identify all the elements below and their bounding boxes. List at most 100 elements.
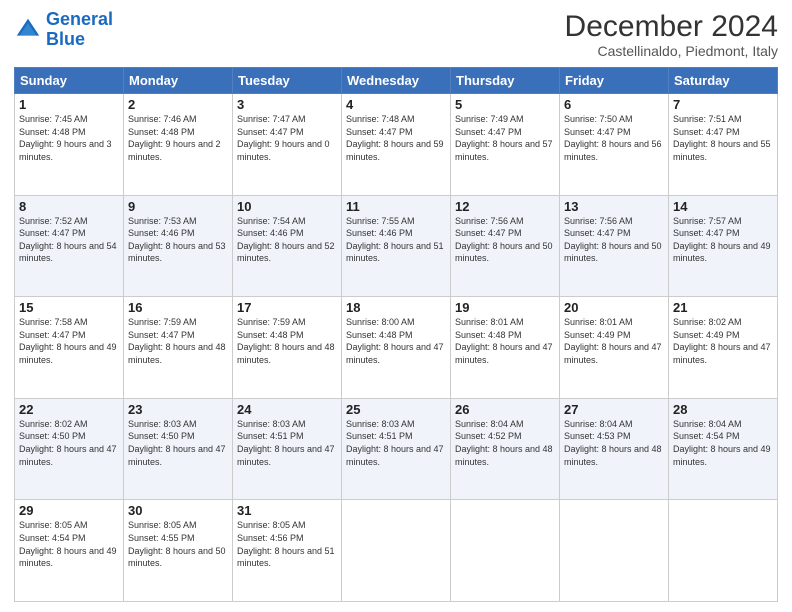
day-info: Sunrise: 8:02 AMSunset: 4:49 PMDaylight:… (673, 317, 771, 365)
day-info: Sunrise: 8:03 AMSunset: 4:51 PMDaylight:… (346, 419, 444, 467)
day-info: Sunrise: 7:54 AMSunset: 4:46 PMDaylight:… (237, 216, 335, 264)
week-row-1: 1 Sunrise: 7:45 AMSunset: 4:48 PMDayligh… (15, 94, 778, 196)
calendar-cell: 18 Sunrise: 8:00 AMSunset: 4:48 PMDaylig… (342, 297, 451, 399)
calendar-cell: 26 Sunrise: 8:04 AMSunset: 4:52 PMDaylig… (451, 398, 560, 500)
calendar-cell: 23 Sunrise: 8:03 AMSunset: 4:50 PMDaylig… (124, 398, 233, 500)
calendar-cell (560, 500, 669, 602)
day-number: 10 (237, 199, 337, 214)
day-info: Sunrise: 7:50 AMSunset: 4:47 PMDaylight:… (564, 114, 662, 162)
day-info: Sunrise: 7:56 AMSunset: 4:47 PMDaylight:… (455, 216, 553, 264)
subtitle: Castellinaldo, Piedmont, Italy (565, 43, 778, 59)
week-row-2: 8 Sunrise: 7:52 AMSunset: 4:47 PMDayligh… (15, 195, 778, 297)
calendar-cell: 25 Sunrise: 8:03 AMSunset: 4:51 PMDaylig… (342, 398, 451, 500)
calendar-cell: 2 Sunrise: 7:46 AMSunset: 4:48 PMDayligh… (124, 94, 233, 196)
logo: General Blue (14, 10, 113, 50)
day-number: 28 (673, 402, 773, 417)
day-number: 15 (19, 300, 119, 315)
day-number: 16 (128, 300, 228, 315)
day-number: 9 (128, 199, 228, 214)
day-info: Sunrise: 7:57 AMSunset: 4:47 PMDaylight:… (673, 216, 771, 264)
day-number: 19 (455, 300, 555, 315)
day-info: Sunrise: 7:49 AMSunset: 4:47 PMDaylight:… (455, 114, 553, 162)
column-header-sunday: Sunday (15, 68, 124, 94)
calendar-cell: 16 Sunrise: 7:59 AMSunset: 4:47 PMDaylig… (124, 297, 233, 399)
column-header-friday: Friday (560, 68, 669, 94)
calendar-cell: 10 Sunrise: 7:54 AMSunset: 4:46 PMDaylig… (233, 195, 342, 297)
day-info: Sunrise: 8:04 AMSunset: 4:54 PMDaylight:… (673, 419, 771, 467)
day-number: 21 (673, 300, 773, 315)
day-info: Sunrise: 7:52 AMSunset: 4:47 PMDaylight:… (19, 216, 117, 264)
day-info: Sunrise: 8:03 AMSunset: 4:50 PMDaylight:… (128, 419, 226, 467)
day-number: 25 (346, 402, 446, 417)
day-info: Sunrise: 7:53 AMSunset: 4:46 PMDaylight:… (128, 216, 226, 264)
calendar-cell: 5 Sunrise: 7:49 AMSunset: 4:47 PMDayligh… (451, 94, 560, 196)
day-info: Sunrise: 8:02 AMSunset: 4:50 PMDaylight:… (19, 419, 117, 467)
page: General Blue December 2024 Castellinaldo… (0, 0, 792, 612)
day-number: 13 (564, 199, 664, 214)
day-number: 30 (128, 503, 228, 518)
day-number: 3 (237, 97, 337, 112)
calendar-cell: 19 Sunrise: 8:01 AMSunset: 4:48 PMDaylig… (451, 297, 560, 399)
header-row: SundayMondayTuesdayWednesdayThursdayFrid… (15, 68, 778, 94)
day-number: 23 (128, 402, 228, 417)
day-info: Sunrise: 7:46 AMSunset: 4:48 PMDaylight:… (128, 114, 221, 162)
calendar-cell: 7 Sunrise: 7:51 AMSunset: 4:47 PMDayligh… (669, 94, 778, 196)
day-info: Sunrise: 7:48 AMSunset: 4:47 PMDaylight:… (346, 114, 444, 162)
calendar-cell: 11 Sunrise: 7:55 AMSunset: 4:46 PMDaylig… (342, 195, 451, 297)
calendar-cell: 6 Sunrise: 7:50 AMSunset: 4:47 PMDayligh… (560, 94, 669, 196)
calendar-cell: 3 Sunrise: 7:47 AMSunset: 4:47 PMDayligh… (233, 94, 342, 196)
day-number: 26 (455, 402, 555, 417)
day-number: 12 (455, 199, 555, 214)
calendar-cell (451, 500, 560, 602)
day-info: Sunrise: 8:05 AMSunset: 4:56 PMDaylight:… (237, 520, 335, 568)
day-number: 8 (19, 199, 119, 214)
day-info: Sunrise: 8:05 AMSunset: 4:54 PMDaylight:… (19, 520, 117, 568)
day-info: Sunrise: 7:47 AMSunset: 4:47 PMDaylight:… (237, 114, 330, 162)
day-number: 2 (128, 97, 228, 112)
calendar-cell: 4 Sunrise: 7:48 AMSunset: 4:47 PMDayligh… (342, 94, 451, 196)
day-number: 11 (346, 199, 446, 214)
day-info: Sunrise: 8:00 AMSunset: 4:48 PMDaylight:… (346, 317, 444, 365)
calendar-cell: 20 Sunrise: 8:01 AMSunset: 4:49 PMDaylig… (560, 297, 669, 399)
day-number: 17 (237, 300, 337, 315)
week-row-4: 22 Sunrise: 8:02 AMSunset: 4:50 PMDaylig… (15, 398, 778, 500)
calendar-table: SundayMondayTuesdayWednesdayThursdayFrid… (14, 67, 778, 602)
day-number: 24 (237, 402, 337, 417)
calendar-cell: 12 Sunrise: 7:56 AMSunset: 4:47 PMDaylig… (451, 195, 560, 297)
title-block: December 2024 Castellinaldo, Piedmont, I… (565, 10, 778, 59)
calendar-cell: 15 Sunrise: 7:58 AMSunset: 4:47 PMDaylig… (15, 297, 124, 399)
calendar-cell: 27 Sunrise: 8:04 AMSunset: 4:53 PMDaylig… (560, 398, 669, 500)
day-number: 18 (346, 300, 446, 315)
calendar-cell: 22 Sunrise: 8:02 AMSunset: 4:50 PMDaylig… (15, 398, 124, 500)
day-number: 4 (346, 97, 446, 112)
day-info: Sunrise: 8:01 AMSunset: 4:49 PMDaylight:… (564, 317, 662, 365)
calendar-cell: 21 Sunrise: 8:02 AMSunset: 4:49 PMDaylig… (669, 297, 778, 399)
day-number: 6 (564, 97, 664, 112)
day-number: 22 (19, 402, 119, 417)
logo-general: General (46, 9, 113, 29)
calendar-body: 1 Sunrise: 7:45 AMSunset: 4:48 PMDayligh… (15, 94, 778, 602)
day-info: Sunrise: 7:51 AMSunset: 4:47 PMDaylight:… (673, 114, 771, 162)
calendar-cell: 1 Sunrise: 7:45 AMSunset: 4:48 PMDayligh… (15, 94, 124, 196)
day-number: 1 (19, 97, 119, 112)
main-title: December 2024 (565, 10, 778, 43)
day-info: Sunrise: 7:59 AMSunset: 4:48 PMDaylight:… (237, 317, 335, 365)
column-header-monday: Monday (124, 68, 233, 94)
column-header-wednesday: Wednesday (342, 68, 451, 94)
day-number: 5 (455, 97, 555, 112)
calendar-cell: 31 Sunrise: 8:05 AMSunset: 4:56 PMDaylig… (233, 500, 342, 602)
logo-icon (14, 16, 42, 44)
calendar-cell: 17 Sunrise: 7:59 AMSunset: 4:48 PMDaylig… (233, 297, 342, 399)
day-number: 20 (564, 300, 664, 315)
day-info: Sunrise: 8:04 AMSunset: 4:52 PMDaylight:… (455, 419, 553, 467)
day-number: 29 (19, 503, 119, 518)
week-row-5: 29 Sunrise: 8:05 AMSunset: 4:54 PMDaylig… (15, 500, 778, 602)
day-info: Sunrise: 8:01 AMSunset: 4:48 PMDaylight:… (455, 317, 553, 365)
calendar-cell: 29 Sunrise: 8:05 AMSunset: 4:54 PMDaylig… (15, 500, 124, 602)
calendar-cell (669, 500, 778, 602)
calendar-cell: 9 Sunrise: 7:53 AMSunset: 4:46 PMDayligh… (124, 195, 233, 297)
day-info: Sunrise: 8:03 AMSunset: 4:51 PMDaylight:… (237, 419, 335, 467)
calendar-cell (342, 500, 451, 602)
week-row-3: 15 Sunrise: 7:58 AMSunset: 4:47 PMDaylig… (15, 297, 778, 399)
day-info: Sunrise: 8:04 AMSunset: 4:53 PMDaylight:… (564, 419, 662, 467)
